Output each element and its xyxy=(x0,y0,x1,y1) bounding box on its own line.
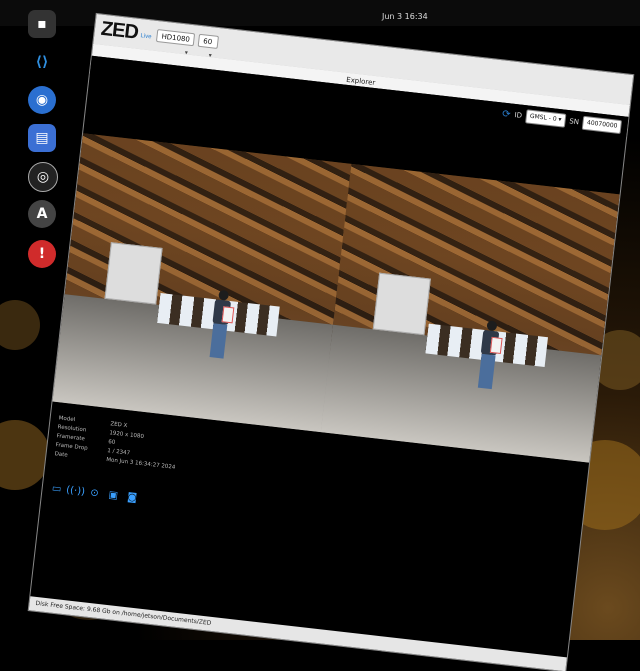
right-camera-frame xyxy=(320,163,620,463)
info-value: ZED X xyxy=(109,421,128,430)
accessibility-icon[interactable]: A xyxy=(28,200,56,228)
vscode-icon[interactable]: ⟨⟩ xyxy=(28,48,56,76)
camera-icon[interactable]: ◙ xyxy=(126,491,139,504)
camera-id-value: GMSL - 0 xyxy=(529,112,557,123)
fps-select[interactable]: 60 ▾ xyxy=(197,33,219,59)
terminal-icon[interactable]: ▪ xyxy=(28,10,56,38)
info-value: 60 xyxy=(107,439,116,446)
zed-explorer-window: ZED Live HD1080 ▾ 60 ▾ Explorer ⟳ ID GMSL … xyxy=(28,14,634,671)
obs-icon[interactable]: ◎ xyxy=(28,162,58,192)
serial-label: SN xyxy=(568,117,580,127)
info-icon[interactable]: ▣ xyxy=(107,488,120,501)
info-value: 1 / 2347 xyxy=(106,448,131,457)
banner xyxy=(104,242,163,305)
stereo-video-view[interactable] xyxy=(52,133,620,463)
zed-logo-sub: Live xyxy=(140,33,152,41)
sd-card-icon[interactable]: ⊙ xyxy=(88,486,101,499)
files-icon[interactable]: ▤ xyxy=(28,124,56,152)
update-icon[interactable]: ! xyxy=(28,240,56,268)
camera-info-panel: ModelZED X Resolution1920 x 1080 Framera… xyxy=(54,414,180,472)
bottom-toolbar: ▭ ((·)) ⊙ ▣ ◙ xyxy=(50,482,139,504)
banner xyxy=(372,272,431,336)
camera-id-label: ID xyxy=(514,111,523,120)
folder-icon[interactable]: ▭ xyxy=(50,482,63,495)
refresh-icon[interactable]: ⟳ xyxy=(502,108,512,120)
resolution-value: HD1080 xyxy=(161,32,191,44)
left-camera-frame xyxy=(52,133,352,433)
zed-logo: ZED xyxy=(99,17,140,44)
fps-value: 60 xyxy=(202,37,213,47)
chromium-icon[interactable]: ◉ xyxy=(28,86,56,114)
resolution-select[interactable]: HD1080 ▾ xyxy=(155,29,196,57)
clock: Jun 3 16:34 xyxy=(382,12,428,21)
stream-icon[interactable]: ((·)) xyxy=(66,484,86,497)
